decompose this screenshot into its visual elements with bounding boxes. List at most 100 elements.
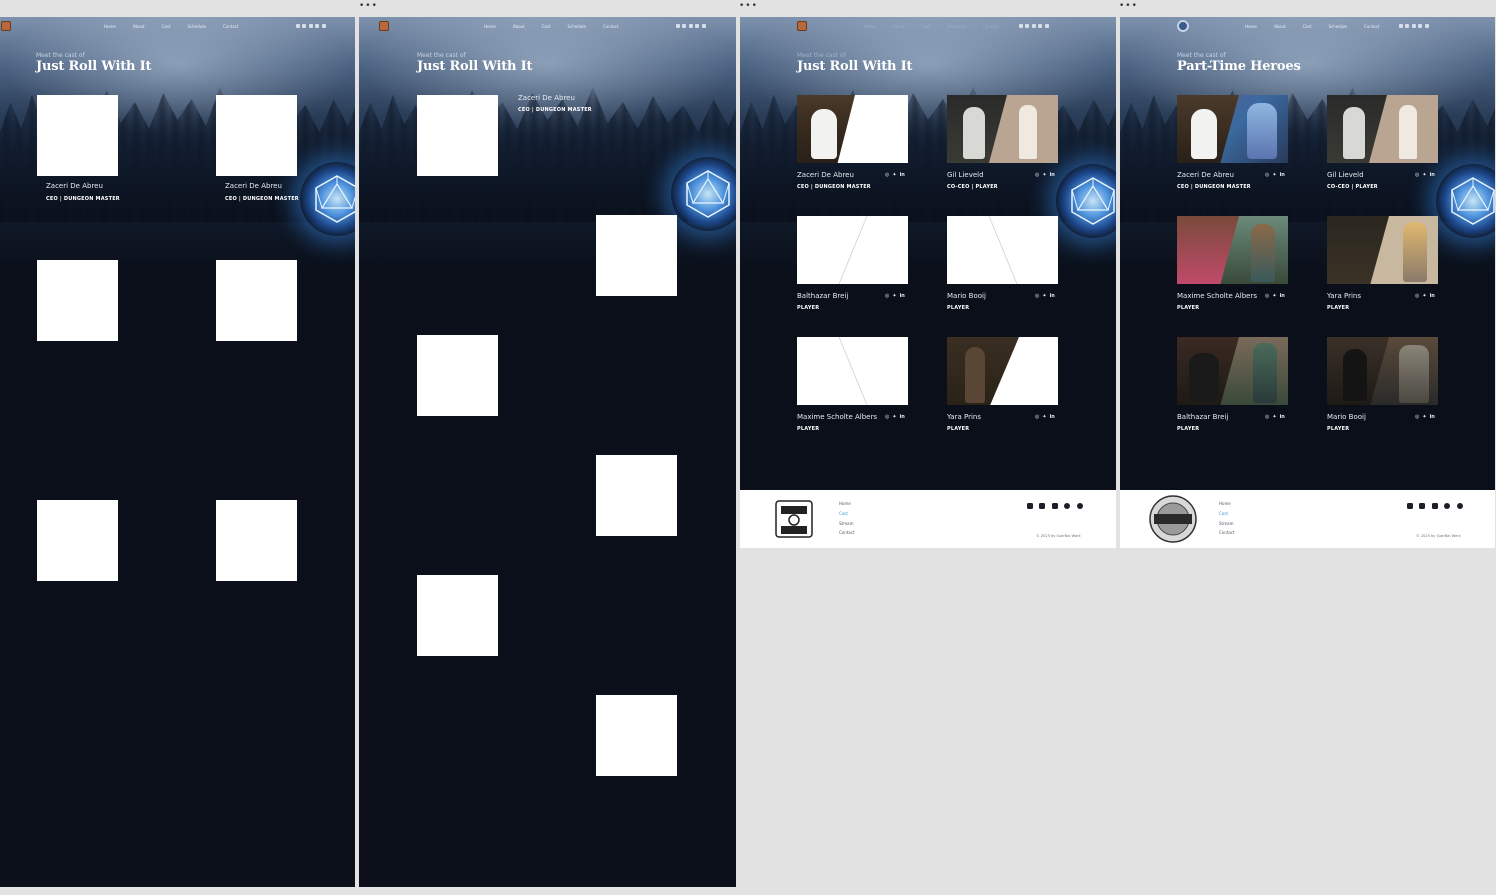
twitter-icon[interactable]: ✦	[1422, 172, 1426, 178]
footer-home-link[interactable]: Home	[839, 499, 855, 509]
twitter-icon[interactable]	[315, 24, 319, 28]
cast-photo-balthazar[interactable]	[1177, 337, 1288, 405]
cast-photo[interactable]	[37, 500, 118, 581]
twitter-icon[interactable]: ✦	[1042, 293, 1046, 299]
cast-photo[interactable]	[596, 215, 677, 296]
cast-photo[interactable]	[216, 260, 297, 341]
instagram-icon[interactable]: ◎	[1265, 172, 1269, 178]
cast-photo-maxime[interactable]	[1177, 216, 1288, 284]
linkedin-icon[interactable]: in	[1430, 414, 1435, 420]
twitch-icon[interactable]	[1406, 503, 1413, 509]
twitter-icon[interactable]	[1064, 503, 1070, 509]
instagram-icon[interactable]	[1431, 503, 1438, 509]
twitter-icon[interactable]	[1444, 503, 1450, 509]
footer-cast-link[interactable]: Cast	[1219, 509, 1235, 519]
facebook-icon[interactable]	[321, 24, 326, 28]
twitch-icon[interactable]	[675, 24, 680, 28]
cast-photo[interactable]	[216, 500, 297, 581]
twitch-icon[interactable]	[1026, 503, 1033, 509]
cast-photo-balthazar[interactable]	[797, 216, 908, 284]
frame-3-menu-icon[interactable]: •••	[739, 2, 758, 11]
nav-home-link[interactable]: Home	[864, 24, 876, 29]
youtube-icon[interactable]	[1419, 503, 1425, 509]
cast-photo[interactable]	[216, 95, 297, 176]
facebook-icon[interactable]	[1456, 503, 1463, 509]
instagram-icon[interactable]	[1031, 24, 1036, 28]
twitter-icon[interactable]: ✦	[892, 172, 896, 178]
instagram-icon[interactable]: ◎	[1035, 293, 1039, 299]
linkedin-icon[interactable]: in	[1430, 293, 1435, 299]
twitter-icon[interactable]: ✦	[1272, 172, 1276, 178]
cast-photo-maxime[interactable]	[797, 337, 908, 405]
youtube-icon[interactable]	[1025, 24, 1029, 28]
instagram-icon[interactable]	[308, 24, 313, 28]
twitter-icon[interactable]: ✦	[1272, 414, 1276, 420]
instagram-icon[interactable]: ◎	[1265, 414, 1269, 420]
instagram-icon[interactable]: ◎	[1415, 414, 1419, 420]
twitch-icon[interactable]	[1018, 24, 1023, 28]
instagram-icon[interactable]	[1051, 503, 1058, 509]
instagram-icon[interactable]: ◎	[885, 293, 889, 299]
twitter-icon[interactable]: ✦	[1042, 414, 1046, 420]
nav-contact-link[interactable]: Contact	[983, 24, 999, 29]
twitter-icon[interactable]: ✦	[892, 293, 896, 299]
nav-contact-link[interactable]: Contact	[223, 24, 239, 29]
nav-about-link[interactable]: About	[1274, 24, 1286, 29]
twitter-icon[interactable]: ✦	[892, 414, 896, 420]
twitter-icon[interactable]	[1418, 24, 1422, 28]
site-logo-icon[interactable]	[1177, 20, 1189, 32]
linkedin-icon[interactable]: in	[1050, 172, 1055, 178]
site-logo-icon[interactable]	[1, 21, 11, 31]
cast-photo-mario[interactable]	[947, 216, 1058, 284]
cast-photo-gil[interactable]	[1327, 95, 1438, 163]
part-time-heroes-logo-icon[interactable]	[1148, 494, 1198, 544]
nav-schedule-link[interactable]: Schedule	[568, 24, 586, 29]
instagram-icon[interactable]: ◎	[1415, 172, 1419, 178]
frame-4-menu-icon[interactable]: •••	[1119, 2, 1138, 11]
twitter-icon[interactable]: ✦	[1042, 172, 1046, 178]
facebook-icon[interactable]	[1076, 503, 1083, 509]
footer-contact-link[interactable]: Contact	[839, 528, 855, 538]
cast-photo[interactable]	[596, 695, 677, 776]
linkedin-icon[interactable]: in	[1280, 172, 1285, 178]
linkedin-icon[interactable]: in	[1280, 414, 1285, 420]
cast-photo[interactable]	[417, 575, 498, 656]
nav-schedule-link[interactable]: Schedule	[188, 24, 206, 29]
nav-about-link[interactable]: About	[513, 24, 525, 29]
linkedin-icon[interactable]: in	[900, 414, 905, 420]
cast-photo[interactable]	[37, 260, 118, 341]
twitch-icon[interactable]	[295, 24, 300, 28]
facebook-icon[interactable]	[701, 24, 706, 28]
cast-photo[interactable]	[37, 95, 118, 176]
twitter-icon[interactable]	[1038, 24, 1042, 28]
footer-stream-link[interactable]: Stream	[1219, 519, 1235, 529]
instagram-icon[interactable]: ◎	[885, 172, 889, 178]
linkedin-icon[interactable]: in	[900, 172, 905, 178]
nav-cast-link[interactable]: Cast	[1303, 24, 1312, 29]
nav-about-link[interactable]: About	[893, 24, 905, 29]
footer-cast-link[interactable]: Cast	[839, 509, 855, 519]
youtube-icon[interactable]	[682, 24, 686, 28]
youtube-icon[interactable]	[1039, 503, 1045, 509]
just-roll-with-it-logo-icon[interactable]	[773, 498, 815, 540]
cast-photo-gil[interactable]	[947, 95, 1058, 163]
twitter-icon[interactable]: ✦	[1422, 414, 1426, 420]
cast-photo-mario[interactable]	[1327, 337, 1438, 405]
cast-photo-zaceri[interactable]	[797, 95, 908, 163]
nav-cast-link[interactable]: Cast	[922, 24, 931, 29]
nav-home-link[interactable]: Home	[484, 24, 496, 29]
facebook-icon[interactable]	[1424, 24, 1429, 28]
cast-photo-yara[interactable]	[947, 337, 1058, 405]
nav-contact-link[interactable]: Contact	[603, 24, 619, 29]
cast-photo[interactable]	[417, 335, 498, 416]
nav-home-link[interactable]: Home	[104, 24, 116, 29]
nav-contact-link[interactable]: Contact	[1364, 24, 1380, 29]
youtube-icon[interactable]	[1405, 24, 1409, 28]
nav-home-link[interactable]: Home	[1245, 24, 1257, 29]
cast-photo[interactable]	[596, 455, 677, 536]
instagram-icon[interactable]: ◎	[1035, 172, 1039, 178]
linkedin-icon[interactable]: in	[1280, 293, 1285, 299]
site-logo-icon[interactable]	[379, 21, 389, 31]
linkedin-icon[interactable]: in	[1430, 172, 1435, 178]
nav-cast-link[interactable]: Cast	[542, 24, 551, 29]
